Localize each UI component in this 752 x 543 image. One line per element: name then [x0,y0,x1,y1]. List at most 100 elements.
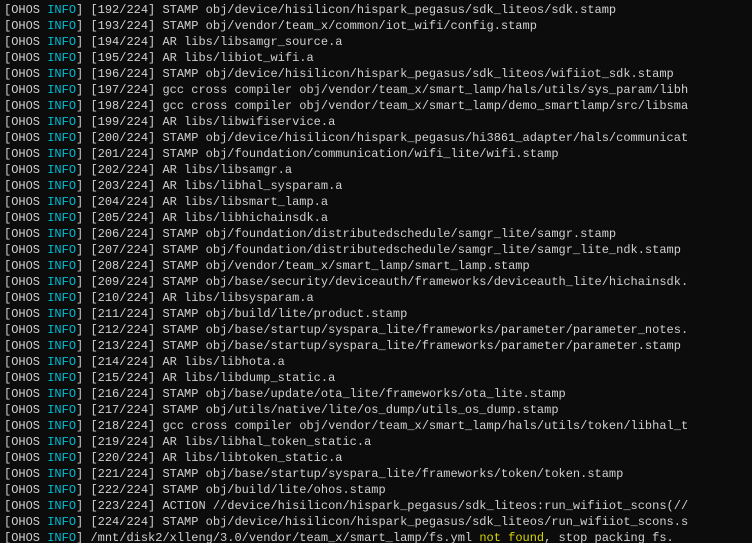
log-line: [OHOS INFO] [221/224] STAMP obj/base/sta… [4,466,748,482]
log-tag: [OHOS [4,131,47,145]
log-index: [219/224] [90,435,155,449]
log-index: [203/224] [90,179,155,193]
log-level: INFO [47,51,76,65]
log-message: STAMP obj/base/startup/syspara_lite/fram… [162,339,680,353]
log-message: gcc cross compiler obj/vendor/team_x/sma… [162,83,688,97]
log-tag: [OHOS [4,179,47,193]
log-index: [218/224] [90,419,155,433]
log-index: [206/224] [90,227,155,241]
log-level: INFO [47,179,76,193]
log-line: [OHOS INFO] [222/224] STAMP obj/build/li… [4,482,748,498]
log-level: INFO [47,83,76,97]
log-tag: [OHOS [4,435,47,449]
log-index: [212/224] [90,323,155,337]
log-line: [OHOS INFO] [217/224] STAMP obj/utils/na… [4,402,748,418]
log-index: [217/224] [90,403,155,417]
log-line: [OHOS INFO] [205/224] AR libs/libhichain… [4,210,748,226]
log-line: [OHOS INFO] [223/224] ACTION //device/hi… [4,498,748,514]
log-message: AR libs/libhichainsdk.a [162,211,328,225]
log-line: [OHOS INFO] [204/224] AR libs/libsmart_l… [4,194,748,210]
log-level: INFO [47,19,76,33]
log-tag: [OHOS [4,259,47,273]
log-tag: [OHOS [4,35,47,49]
log-level: INFO [47,499,76,513]
log-index: [220/224] [90,451,155,465]
log-level: INFO [47,67,76,81]
log-level: INFO [47,387,76,401]
log-message: STAMP obj/vendor/team_x/common/iot_wifi/… [162,19,536,33]
log-message: STAMP obj/build/lite/ohos.stamp [162,483,385,497]
log-tag: [OHOS [4,163,47,177]
log-line: [OHOS INFO] [211/224] STAMP obj/build/li… [4,306,748,322]
log-index: [205/224] [90,211,155,225]
log-tag: [OHOS [4,275,47,289]
log-index: [223/224] [90,499,155,513]
log-message: STAMP obj/base/startup/syspara_lite/fram… [162,467,623,481]
log-tag: [OHOS [4,339,47,353]
log-line: [OHOS INFO] [203/224] AR libs/libhal_sys… [4,178,748,194]
log-index: [213/224] [90,339,155,353]
log-index: [209/224] [90,275,155,289]
log-tag: [OHOS [4,147,47,161]
log-tag: [OHOS [4,387,47,401]
log-tag: [OHOS [4,307,47,321]
log-index: [207/224] [90,243,155,257]
log-message: AR libs/libsysparam.a [162,291,313,305]
log-level: INFO [47,243,76,257]
log-message: ACTION //device/hisilicon/hispark_pegasu… [162,499,688,513]
log-line: [OHOS INFO] [218/224] gcc cross compiler… [4,418,748,434]
log-message: AR libs/libhota.a [162,355,284,369]
log-tag: [OHOS [4,499,47,513]
log-message: AR libs/libtoken_static.a [162,451,342,465]
log-message: STAMP obj/build/lite/product.stamp [162,307,407,321]
log-tag: [OHOS [4,515,47,529]
log-message: STAMP obj/foundation/communication/wifi_… [162,147,558,161]
log-message: STAMP obj/base/update/ota_lite/framework… [162,387,565,401]
log-index: [192/224] [90,3,155,17]
log-tag: [OHOS [4,355,47,369]
log-index: [194/224] [90,35,155,49]
log-message: STAMP obj/utils/native/lite/os_dump/util… [162,403,558,417]
log-message: AR libs/libhal_sysparam.a [162,179,342,193]
log-index: [222/224] [90,483,155,497]
log-index: [197/224] [90,83,155,97]
log-line: [OHOS INFO] [195/224] AR libs/libiot_wif… [4,50,748,66]
log-tag: [OHOS [4,531,47,543]
log-level: INFO [47,515,76,529]
log-line: [OHOS INFO] [197/224] gcc cross compiler… [4,82,748,98]
log-level: INFO [47,483,76,497]
log-level: INFO [47,99,76,113]
log-level: INFO [47,195,76,209]
log-tag: [OHOS [4,371,47,385]
log-line: [OHOS INFO] [209/224] STAMP obj/base/sec… [4,274,748,290]
log-line: [OHOS INFO] [192/224] STAMP obj/device/h… [4,2,748,18]
log-level: INFO [47,35,76,49]
log-level: INFO [47,131,76,145]
log-message: STAMP obj/device/hisilicon/hispark_pegas… [162,515,688,529]
log-line: [OHOS INFO] [200/224] STAMP obj/device/h… [4,130,748,146]
log-level: INFO [47,467,76,481]
log-line-warn: [OHOS INFO] /mnt/disk2/xlleng/3.0/vendor… [4,530,748,543]
log-level: INFO [47,291,76,305]
log-index: [201/224] [90,147,155,161]
log-line: [OHOS INFO] [207/224] STAMP obj/foundati… [4,242,748,258]
log-tag: [OHOS [4,419,47,433]
terminal-output: [OHOS INFO] [192/224] STAMP obj/device/h… [0,0,752,543]
log-tag: [OHOS [4,243,47,257]
log-tag: [OHOS [4,51,47,65]
log-tag: [OHOS [4,403,47,417]
log-tag: [OHOS [4,67,47,81]
log-index: [215/224] [90,371,155,385]
log-line: [OHOS INFO] [224/224] STAMP obj/device/h… [4,514,748,530]
log-index: [210/224] [90,291,155,305]
log-message: STAMP obj/base/security/deviceauth/frame… [162,275,688,289]
log-line: [OHOS INFO] [193/224] STAMP obj/vendor/t… [4,18,748,34]
log-index: [214/224] [90,355,155,369]
log-level: INFO [47,211,76,225]
log-message: AR libs/libiot_wifi.a [162,51,313,65]
log-index: [202/224] [90,163,155,177]
log-message: STAMP obj/device/hisilicon/hispark_pegas… [162,131,688,145]
log-message: AR libs/libsamgr.a [162,163,292,177]
log-tag: [OHOS [4,3,47,17]
log-level: INFO [47,147,76,161]
